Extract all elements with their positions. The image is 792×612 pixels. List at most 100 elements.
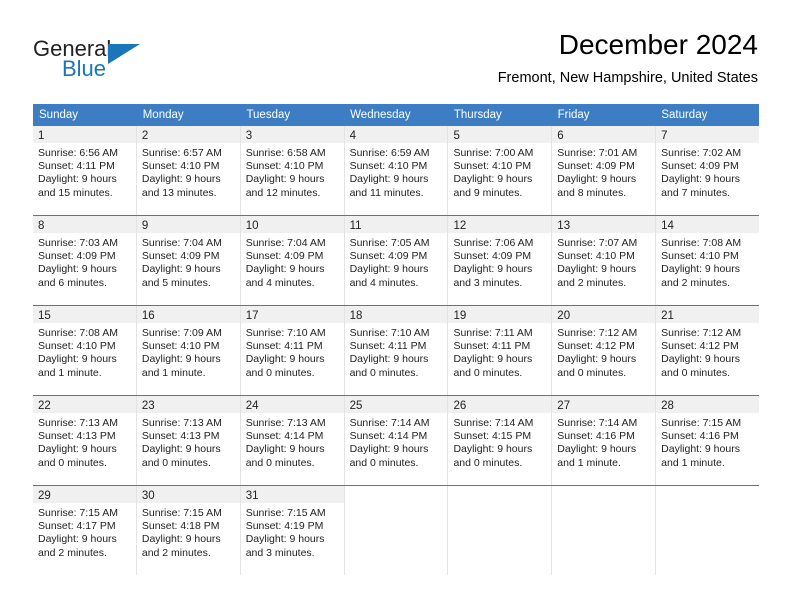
daylight-text-line1: Daylight: 9 hours <box>557 263 637 276</box>
day-number-bar: 5 <box>448 126 552 143</box>
day-cell[interactable]: 11 Sunrise: 7:05 AM Sunset: 4:09 PM Dayl… <box>344 216 449 305</box>
day-cell-empty <box>448 486 553 575</box>
day-cell[interactable]: 28 Sunrise: 7:15 AM Sunset: 4:16 PM Dayl… <box>656 396 760 485</box>
weekday-header-wednesday: Wednesday <box>350 109 411 121</box>
daylight-text-line1: Daylight: 9 hours <box>38 353 117 366</box>
sunset-text: Sunset: 4:14 PM <box>349 430 428 443</box>
day-number-bar: 19 <box>448 306 552 323</box>
day-cell[interactable]: 14 Sunrise: 7:08 AM Sunset: 4:10 PM Dayl… <box>656 216 760 305</box>
sunrise-text: Sunrise: 7:00 AM <box>453 147 534 159</box>
day-number: 24 <box>245 400 259 412</box>
daylight-text-line2: and 15 minutes. <box>38 186 113 199</box>
page-title: December 2024 <box>558 29 758 60</box>
day-info: Sunrise: 7:14 AM Sunset: 4:14 PM Dayligh… <box>345 413 448 470</box>
day-cell[interactable]: 9 Sunrise: 7:04 AM Sunset: 4:09 PM Dayli… <box>136 216 241 305</box>
sunset-text: Sunset: 4:16 PM <box>557 430 635 443</box>
sunset-text: Sunset: 4:16 PM <box>661 430 739 443</box>
sunrise-text: Sunrise: 7:14 AM <box>349 417 430 429</box>
daylight-text-line2: and 0 minutes. <box>349 456 419 469</box>
location-subtitle: Fremont, New Hampshire, United States <box>497 70 758 86</box>
day-cell-empty <box>552 486 657 575</box>
day-cell[interactable]: 7 Sunrise: 7:02 AM Sunset: 4:09 PM Dayli… <box>656 126 760 215</box>
day-cell[interactable]: 15 Sunrise: 7:08 AM Sunset: 4:10 PM Dayl… <box>33 306 137 395</box>
day-info: Sunrise: 7:06 AM Sunset: 4:09 PM Dayligh… <box>448 233 551 290</box>
daylight-text-line2: and 4 minutes. <box>245 276 315 289</box>
day-cell[interactable]: 25 Sunrise: 7:14 AM Sunset: 4:14 PM Dayl… <box>344 396 449 485</box>
week-row: 8 Sunrise: 7:03 AM Sunset: 4:09 PM Dayli… <box>33 215 760 305</box>
day-cell[interactable]: 8 Sunrise: 7:03 AM Sunset: 4:09 PM Dayli… <box>33 216 137 305</box>
day-cell[interactable]: 2 Sunrise: 6:57 AM Sunset: 4:10 PM Dayli… <box>136 126 241 215</box>
day-cell[interactable]: 19 Sunrise: 7:11 AM Sunset: 4:11 PM Dayl… <box>448 306 553 395</box>
day-cell[interactable]: 22 Sunrise: 7:13 AM Sunset: 4:13 PM Dayl… <box>33 396 137 485</box>
daylight-text-line1: Daylight: 9 hours <box>38 443 117 456</box>
day-number-bar: 16 <box>136 306 240 323</box>
day-cell[interactable]: 6 Sunrise: 7:01 AM Sunset: 4:09 PM Dayli… <box>552 126 657 215</box>
day-cell[interactable]: 5 Sunrise: 7:00 AM Sunset: 4:10 PM Dayli… <box>448 126 553 215</box>
day-info: Sunrise: 7:10 AM Sunset: 4:11 PM Dayligh… <box>241 323 344 380</box>
daylight-text-line1: Daylight: 9 hours <box>245 443 325 456</box>
day-cell[interactable]: 26 Sunrise: 7:14 AM Sunset: 4:15 PM Dayl… <box>448 396 553 485</box>
daylight-text-line1: Daylight: 9 hours <box>245 173 325 186</box>
day-info: Sunrise: 7:13 AM Sunset: 4:14 PM Dayligh… <box>241 413 344 470</box>
day-number-bar <box>345 486 448 503</box>
day-cell[interactable]: 18 Sunrise: 7:10 AM Sunset: 4:11 PM Dayl… <box>344 306 449 395</box>
day-number: 6 <box>557 130 564 142</box>
sunrise-text: Sunrise: 7:12 AM <box>661 327 742 339</box>
day-cell[interactable]: 24 Sunrise: 7:13 AM Sunset: 4:14 PM Dayl… <box>240 396 345 485</box>
day-cell[interactable]: 20 Sunrise: 7:12 AM Sunset: 4:12 PM Dayl… <box>552 306 657 395</box>
sunrise-text: Sunrise: 7:08 AM <box>661 237 742 249</box>
day-number-bar: 6 <box>552 126 656 143</box>
day-number: 31 <box>245 490 259 502</box>
day-cell[interactable]: 4 Sunrise: 6:59 AM Sunset: 4:10 PM Dayli… <box>344 126 449 215</box>
day-cell[interactable]: 16 Sunrise: 7:09 AM Sunset: 4:10 PM Dayl… <box>136 306 241 395</box>
day-cell[interactable]: 30 Sunrise: 7:15 AM Sunset: 4:18 PM Dayl… <box>136 486 241 575</box>
daylight-text-line1: Daylight: 9 hours <box>557 173 637 186</box>
day-number-bar: 9 <box>136 216 240 233</box>
day-number-bar: 20 <box>552 306 656 323</box>
sunset-text: Sunset: 4:18 PM <box>141 520 220 533</box>
sunrise-text: Sunrise: 7:13 AM <box>141 417 222 429</box>
day-info: Sunrise: 7:12 AM Sunset: 4:12 PM Dayligh… <box>552 323 655 380</box>
sunrise-text: Sunrise: 7:10 AM <box>245 327 326 339</box>
day-cell[interactable]: 10 Sunrise: 7:04 AM Sunset: 4:09 PM Dayl… <box>240 216 345 305</box>
day-info: Sunrise: 7:00 AM Sunset: 4:10 PM Dayligh… <box>448 143 551 200</box>
day-cell[interactable]: 12 Sunrise: 7:06 AM Sunset: 4:09 PM Dayl… <box>448 216 553 305</box>
daylight-text-line2: and 0 minutes. <box>661 366 731 379</box>
weekday-header-tuesday: Tuesday <box>246 109 291 121</box>
daylight-text-line2: and 12 minutes. <box>245 186 321 199</box>
day-number: 11 <box>349 220 362 232</box>
day-cell[interactable]: 3 Sunrise: 6:58 AM Sunset: 4:10 PM Dayli… <box>240 126 345 215</box>
daylight-text-line2: and 8 minutes. <box>557 186 627 199</box>
daylight-text-line1: Daylight: 9 hours <box>661 173 740 186</box>
sunrise-text: Sunrise: 7:11 AM <box>453 327 533 339</box>
day-cell[interactable]: 23 Sunrise: 7:13 AM Sunset: 4:13 PM Dayl… <box>136 396 241 485</box>
day-number-bar: 29 <box>33 486 136 503</box>
day-number-bar: 14 <box>656 216 760 233</box>
day-number-bar: 17 <box>240 306 344 323</box>
day-cell[interactable]: 1 Sunrise: 6:56 AM Sunset: 4:11 PM Dayli… <box>33 126 137 215</box>
daylight-text-line1: Daylight: 9 hours <box>141 173 221 186</box>
day-info: Sunrise: 7:04 AM Sunset: 4:09 PM Dayligh… <box>137 233 240 290</box>
day-cell[interactable]: 27 Sunrise: 7:14 AM Sunset: 4:16 PM Dayl… <box>552 396 657 485</box>
day-cell[interactable]: 13 Sunrise: 7:07 AM Sunset: 4:10 PM Dayl… <box>552 216 657 305</box>
day-number: 12 <box>453 220 467 232</box>
sunset-text: Sunset: 4:10 PM <box>349 160 428 173</box>
day-info: Sunrise: 6:56 AM Sunset: 4:11 PM Dayligh… <box>33 143 136 200</box>
sunrise-text: Sunrise: 7:13 AM <box>38 417 118 429</box>
day-number-bar: 12 <box>448 216 552 233</box>
day-number-bar: 3 <box>240 126 344 143</box>
daylight-text-line1: Daylight: 9 hours <box>38 173 117 186</box>
day-info: Sunrise: 7:10 AM Sunset: 4:11 PM Dayligh… <box>345 323 448 380</box>
day-info: Sunrise: 7:03 AM Sunset: 4:09 PM Dayligh… <box>33 233 136 290</box>
day-cell[interactable]: 17 Sunrise: 7:10 AM Sunset: 4:11 PM Dayl… <box>240 306 345 395</box>
general-blue-logo[interactable]: General Blue <box>33 36 213 84</box>
sunrise-text: Sunrise: 7:10 AM <box>349 327 430 339</box>
day-cell[interactable]: 29 Sunrise: 7:15 AM Sunset: 4:17 PM Dayl… <box>33 486 137 575</box>
daylight-text-line1: Daylight: 9 hours <box>557 353 637 366</box>
daylight-text-line1: Daylight: 9 hours <box>141 443 221 456</box>
day-number: 2 <box>141 130 149 142</box>
daylight-text-line1: Daylight: 9 hours <box>453 173 533 186</box>
day-info: Sunrise: 7:07 AM Sunset: 4:10 PM Dayligh… <box>552 233 655 290</box>
day-cell[interactable]: 31 Sunrise: 7:15 AM Sunset: 4:19 PM Dayl… <box>240 486 345 575</box>
day-cell[interactable]: 21 Sunrise: 7:12 AM Sunset: 4:12 PM Dayl… <box>656 306 760 395</box>
